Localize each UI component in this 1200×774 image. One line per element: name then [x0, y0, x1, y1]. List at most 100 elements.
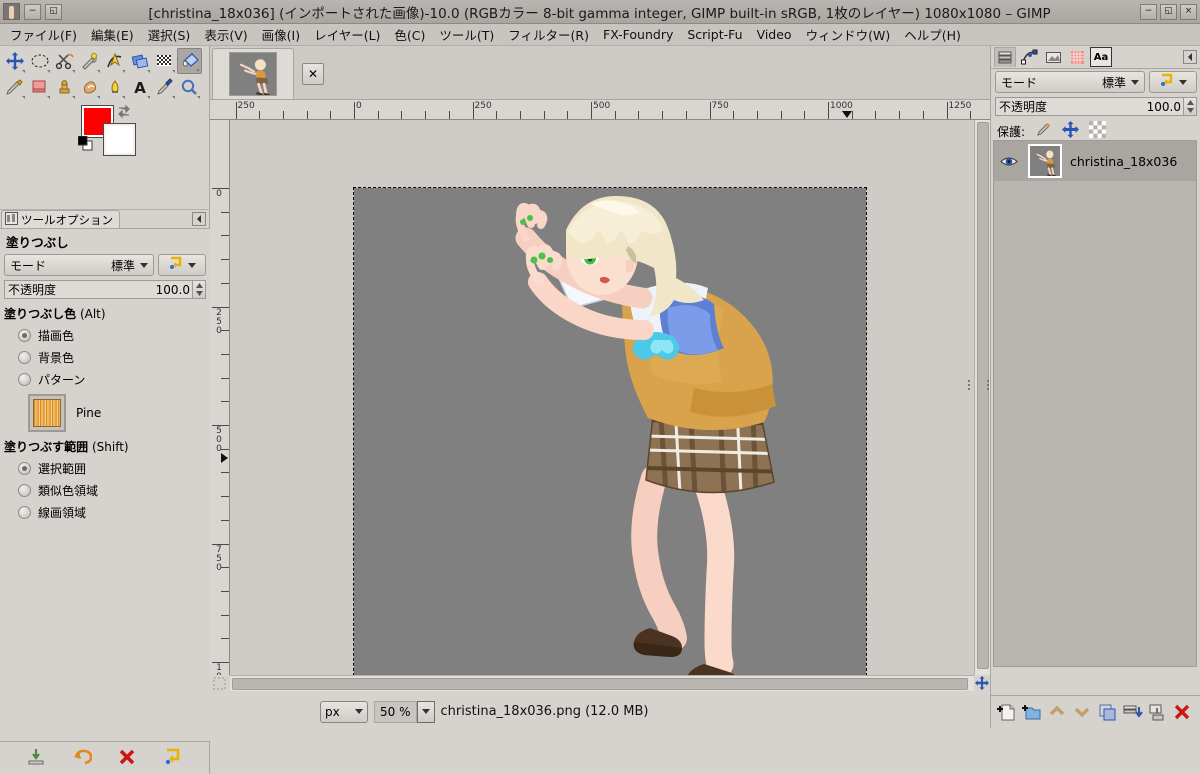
merge-down-button[interactable]: [1146, 701, 1168, 723]
eraser-tool-icon[interactable]: [27, 74, 52, 100]
opacity-spinner[interactable]: 不透明度 100.0: [4, 280, 206, 299]
paths-tool-icon[interactable]: [102, 48, 127, 74]
layer-mode-combo[interactable]: モード 標準: [995, 71, 1145, 93]
restore-tool-preset-button[interactable]: [71, 747, 93, 770]
menu-layer[interactable]: レイヤー(L): [307, 23, 387, 46]
menu-file[interactable]: ファイル(F): [3, 23, 84, 46]
titlebar-minimize-button-left[interactable]: −: [24, 3, 41, 20]
dodge-burn-tool-icon[interactable]: [102, 74, 127, 100]
new-layer-button[interactable]: [996, 701, 1018, 723]
paint-mode-link-button[interactable]: [158, 254, 206, 276]
close-tab-button[interactable]: ✕: [302, 63, 324, 85]
menu-colors[interactable]: 色(C): [387, 23, 432, 46]
tab-channels[interactable]: [1042, 47, 1064, 67]
raise-layer-button[interactable]: [1046, 701, 1068, 723]
minimize-button[interactable]: −: [1140, 3, 1157, 20]
layer-list[interactable]: christina_18x036: [993, 140, 1197, 667]
canvas-horizontal-scrollbar[interactable]: [230, 675, 974, 691]
collapse-left-icon[interactable]: [192, 212, 206, 229]
canvas-vertical-scrollbar[interactable]: [974, 120, 990, 675]
tab-paths[interactable]: [1018, 47, 1040, 67]
zoom-field[interactable]: 50 %: [374, 700, 435, 723]
menu-help[interactable]: ヘルプ(H): [897, 23, 968, 46]
pattern-fill-tool-icon[interactable]: [152, 48, 177, 74]
unit-combo[interactable]: px: [320, 700, 368, 723]
menu-select[interactable]: 選択(S): [141, 23, 198, 46]
horizontal-scrollbar-thumb[interactable]: [232, 678, 968, 690]
menu-script-fu[interactable]: Script-Fu: [680, 25, 749, 44]
radio-indicator[interactable]: [18, 329, 31, 342]
color-picker-tool-icon[interactable]: [152, 74, 177, 100]
menu-view[interactable]: 表示(V): [197, 23, 254, 46]
menu-edit[interactable]: 編集(E): [84, 23, 141, 46]
radio-option[interactable]: 類似色領域: [4, 482, 206, 499]
smudge-tool-icon[interactable]: [77, 74, 102, 100]
unified-transform-tool-icon[interactable]: [127, 48, 152, 74]
ellipse-select-tool-icon[interactable]: [27, 48, 52, 74]
tab-patterns[interactable]: [1066, 47, 1088, 67]
titlebar-restore-button-left[interactable]: ◱: [45, 3, 62, 20]
maximize-button[interactable]: ◱: [1160, 3, 1177, 20]
radio-indicator[interactable]: [18, 484, 31, 497]
zoom-tool-icon[interactable]: [177, 74, 202, 100]
close-button[interactable]: ×: [1180, 3, 1197, 20]
radio-option[interactable]: 描画色: [4, 327, 206, 344]
menu-windows[interactable]: ウィンドウ(W): [799, 23, 898, 46]
lock-pixels-icon[interactable]: [1035, 121, 1052, 141]
navigate-canvas-icon[interactable]: [974, 675, 990, 691]
swap-colors-icon[interactable]: [116, 104, 132, 123]
left-dock-grip[interactable]: [986, 375, 990, 395]
paintbrush-tool-icon[interactable]: [2, 74, 27, 100]
lower-layer-button[interactable]: [1071, 701, 1093, 723]
radio-option[interactable]: パターン: [4, 371, 206, 388]
radio-option[interactable]: 線画領域: [4, 504, 206, 521]
vertical-scrollbar-thumb[interactable]: [977, 122, 989, 669]
reset-tool-options-button[interactable]: [163, 747, 184, 770]
radio-option[interactable]: 背景色: [4, 349, 206, 366]
paint-mode-combo[interactable]: モード 標準: [4, 254, 154, 276]
radio-indicator[interactable]: [18, 373, 31, 386]
canvas-dock-grip[interactable]: [967, 375, 971, 395]
zoom-chevron-down-icon[interactable]: [416, 700, 435, 723]
pattern-swatch[interactable]: [28, 394, 66, 432]
default-colors-icon[interactable]: [77, 135, 93, 154]
text-tool-icon[interactable]: A: [127, 74, 152, 100]
new-layer-group-button[interactable]: [1021, 701, 1043, 723]
horizontal-ruler[interactable]: 250 0 250 500 750 1000 1250: [210, 100, 990, 120]
radio-option[interactable]: 選択範囲: [4, 460, 206, 477]
collapse-left-icon[interactable]: [1183, 50, 1197, 67]
lock-position-icon[interactable]: [1062, 121, 1080, 141]
fuzzy-select-tool-icon[interactable]: [77, 48, 102, 74]
radio-indicator[interactable]: [18, 351, 31, 364]
menu-video[interactable]: Video: [750, 25, 799, 44]
image-tab-christina[interactable]: [212, 48, 294, 99]
vertical-ruler[interactable]: 0 2 5 0 5 0 0 7 5 0 1 0 0 0: [210, 120, 230, 675]
layer-opacity-stepper[interactable]: [1183, 98, 1196, 115]
delete-tool-preset-button[interactable]: [117, 747, 138, 770]
move-tool-icon[interactable]: [2, 48, 27, 74]
save-tool-preset-button[interactable]: [25, 747, 46, 770]
table-row[interactable]: christina_18x036: [994, 141, 1196, 181]
radio-indicator[interactable]: [18, 462, 31, 475]
clone-tool-icon[interactable]: [52, 74, 77, 100]
delete-layer-button[interactable]: [1171, 701, 1193, 723]
opacity-stepper[interactable]: [192, 281, 205, 298]
radio-indicator[interactable]: [18, 506, 31, 519]
bucket-fill-tool-icon[interactable]: [177, 48, 202, 74]
pattern-selector-row[interactable]: Pine: [4, 394, 206, 432]
layer-mode-link-button[interactable]: [1149, 71, 1197, 93]
image-canvas[interactable]: [353, 187, 867, 675]
layer-opacity-spinner[interactable]: 不透明度 100.0: [995, 97, 1197, 116]
menu-fx-foundry[interactable]: FX-Foundry: [596, 25, 680, 44]
menu-tools[interactable]: ツール(T): [432, 23, 501, 46]
menu-filters[interactable]: フィルター(R): [501, 23, 596, 46]
tool-options-dock-tab[interactable]: ツールオプション: [1, 210, 120, 229]
tab-fonts[interactable]: Aa: [1090, 47, 1112, 67]
anchor-layer-button[interactable]: [1121, 701, 1143, 723]
tab-layers[interactable]: [994, 47, 1016, 67]
scissors-select-tool-icon[interactable]: [52, 48, 77, 74]
quick-mask-toggle-icon[interactable]: [211, 676, 228, 691]
layer-visibility-eye-icon[interactable]: [998, 155, 1020, 168]
background-color-swatch[interactable]: [103, 123, 136, 156]
duplicate-layer-button[interactable]: [1096, 701, 1118, 723]
